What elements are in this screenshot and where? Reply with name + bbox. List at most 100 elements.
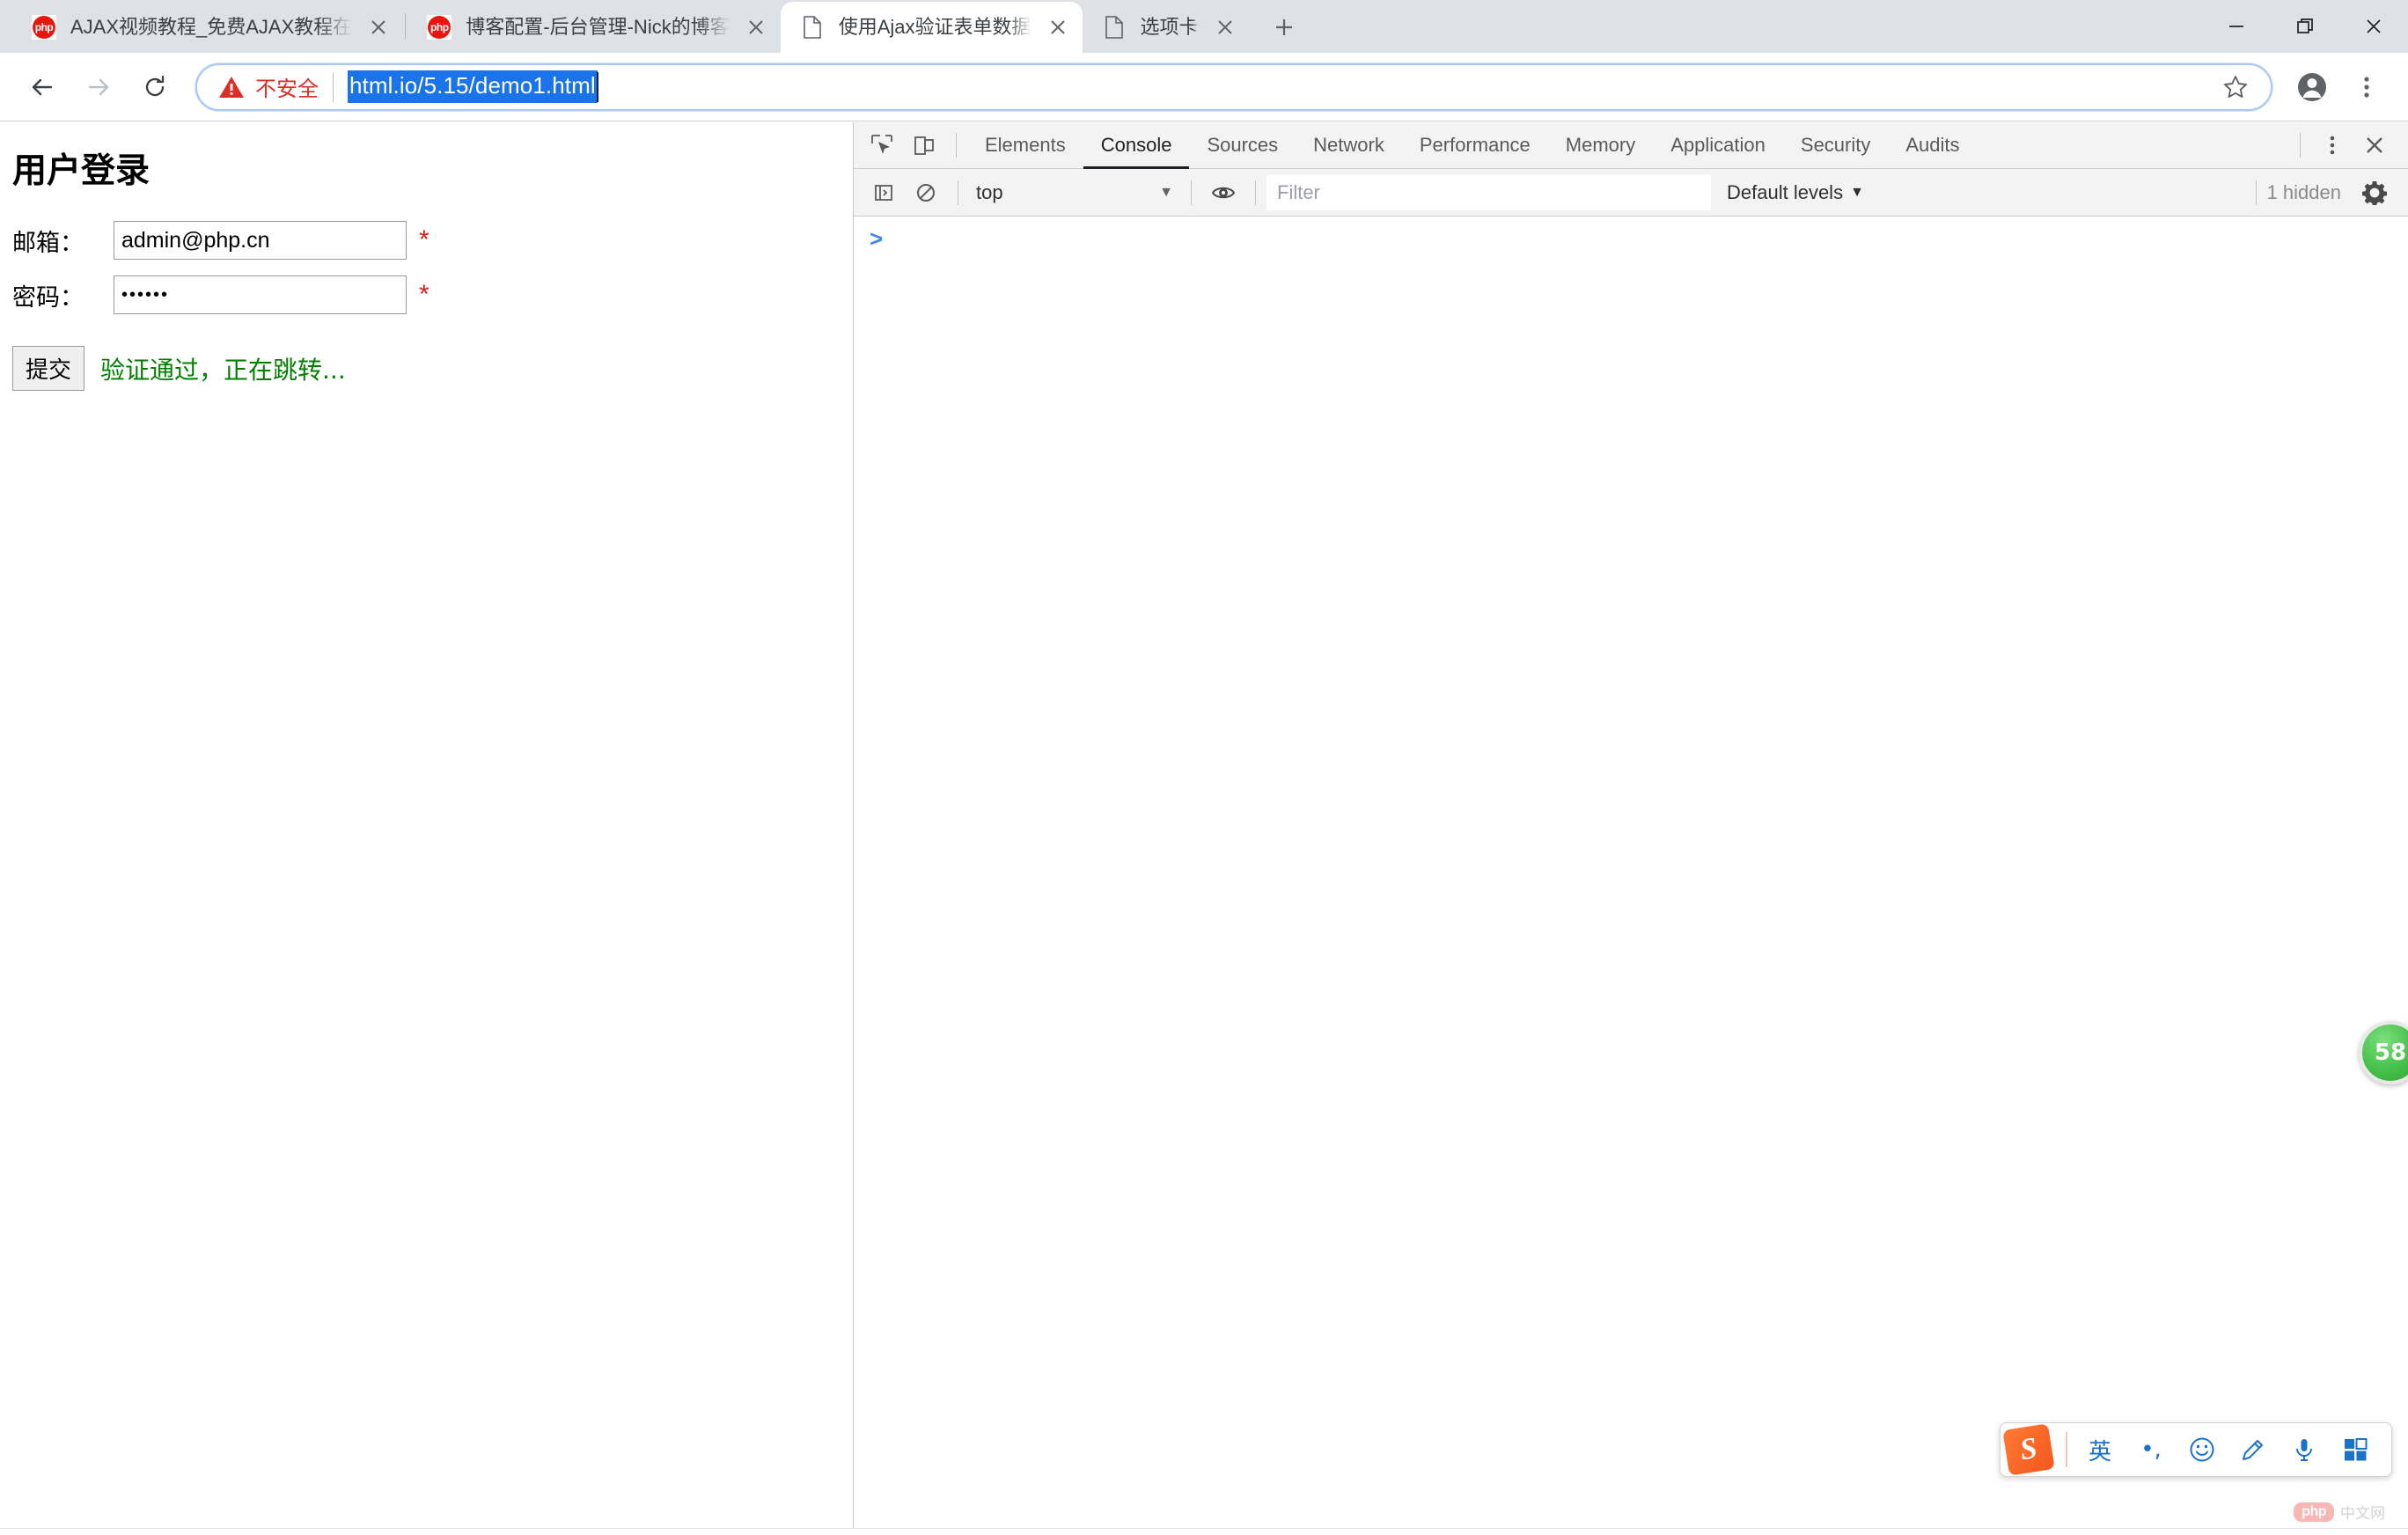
tab-performance[interactable]: Performance (1402, 122, 1548, 169)
php-icon: php (427, 15, 452, 40)
gear-icon[interactable] (2353, 172, 2396, 214)
form-row-email: 邮箱： * (12, 221, 853, 260)
ime-divider (2066, 1432, 2067, 1467)
toolbar-divider (2300, 133, 2301, 158)
devtools-close-icon[interactable] (2353, 124, 2396, 166)
devtools-menu-icon[interactable] (2311, 124, 2353, 166)
ime-toolbox-icon[interactable] (2341, 1437, 2369, 1462)
profile-avatar-icon[interactable] (2285, 60, 2339, 114)
console-prompt-caret: > (870, 225, 884, 252)
reload-button[interactable] (127, 59, 183, 115)
window-bottom-edge (0, 1528, 2408, 1535)
required-marker: * (419, 280, 429, 309)
hidden-messages-count: 1 hidden (2266, 180, 2341, 203)
password-field[interactable] (114, 275, 407, 314)
ime-toolbar: S 英 •, (2000, 1422, 2392, 1477)
tab-audits[interactable]: Audits (1888, 122, 1977, 169)
ime-language-mode[interactable]: 英 (2086, 1434, 2114, 1466)
toolbar-divider (2255, 180, 2257, 205)
tab-application[interactable]: Application (1653, 122, 1783, 169)
devtools-tabbar-right (2289, 124, 2408, 166)
php-icon: php (32, 15, 56, 40)
toolbar-divider (1191, 180, 1192, 205)
window-controls (2202, 0, 2408, 53)
ime-voice-input-icon[interactable] (2290, 1436, 2318, 1463)
forward-button[interactable] (70, 59, 127, 115)
document-icon (800, 15, 825, 40)
sogou-logo-icon[interactable]: S (2002, 1423, 2055, 1476)
execution-context-value: top (976, 180, 1003, 203)
email-label: 邮箱： (12, 229, 84, 257)
web-page-viewport: 用户登录 邮箱： * 密码： * 提交 验证通过，正在跳转... (0, 122, 854, 1535)
execution-context-select[interactable]: top ▼ (969, 175, 1180, 210)
required-marker: * (419, 225, 429, 254)
tab-memory[interactable]: Memory (1548, 122, 1653, 169)
tab-sources[interactable]: Sources (1189, 122, 1296, 169)
close-icon[interactable] (737, 8, 775, 47)
browser-tab-2[interactable]: php 博客配置-后台管理-Nick的博客 (407, 2, 780, 53)
security-status-label: 不安全 (255, 77, 319, 101)
console-filter-right: 1 hidden (2245, 172, 2408, 214)
page-title: 用户登录 (12, 151, 150, 191)
close-icon[interactable] (1039, 8, 1077, 47)
form-row-password: 密码： * (12, 275, 853, 314)
close-icon[interactable] (2339, 0, 2408, 53)
omnibox-divider (333, 71, 334, 102)
console-sidebar-icon[interactable] (863, 172, 905, 214)
bookmark-star-icon[interactable] (2214, 66, 2257, 108)
tab-title: 使用Ajax验证表单数据 (838, 16, 1031, 38)
submit-button[interactable]: 提交 (12, 346, 85, 391)
chevron-down-icon: ▼ (1850, 184, 1864, 200)
console-filter-input[interactable] (1266, 174, 1711, 210)
clear-console-icon[interactable] (905, 172, 947, 214)
browser-tab-3-active[interactable]: 使用Ajax验证表单数据 (780, 2, 1083, 53)
status-message: 验证通过，正在跳转... (100, 355, 346, 385)
devtools-tabbar: Elements Console Sources Network Perform… (854, 122, 2408, 169)
browser-tab-1[interactable]: php AJAX视频教程_免费AJAX教程在 (12, 2, 403, 53)
inspect-element-icon[interactable] (861, 124, 903, 166)
password-label: 密码： (12, 283, 84, 312)
site-watermark: php 中文网 (2294, 1501, 2385, 1523)
warning-icon[interactable] (217, 72, 246, 102)
live-expression-eye-icon[interactable] (1202, 172, 1244, 214)
address-bar[interactable]: 不安全 html.io/5.15/demo1.html (195, 62, 2272, 111)
content-area: 用户登录 邮箱： * 密码： * 提交 验证通过，正在跳转... (0, 122, 2408, 1535)
tab-console[interactable]: Console (1083, 122, 1190, 169)
url-text[interactable]: html.io/5.15/demo1.html (348, 70, 598, 103)
close-icon[interactable] (1206, 8, 1244, 47)
maximize-icon[interactable] (2271, 0, 2339, 53)
tab-title: 选项卡 (1140, 16, 1199, 38)
back-button[interactable] (14, 59, 70, 115)
document-icon (1102, 15, 1127, 40)
tab-strip: php AJAX视频教程_免费AJAX教程在 php 博客配置-后台管理-Nic… (0, 0, 2408, 53)
console-message-area[interactable]: > (854, 217, 2408, 1535)
browser-window: php AJAX视频教程_免费AJAX教程在 php 博客配置-后台管理-Nic… (0, 0, 2408, 1535)
ime-punctuation-mode[interactable]: •, (2137, 1436, 2165, 1463)
chevron-down-icon: ▼ (1159, 184, 1173, 200)
tab-security[interactable]: Security (1783, 122, 1888, 169)
minimize-icon[interactable] (2202, 0, 2271, 53)
console-prompt-row[interactable]: > (854, 217, 2408, 257)
tab-title: AJAX视频教程_免费AJAX教程在 (70, 16, 353, 38)
log-levels-select[interactable]: Default levels ▼ (1727, 181, 1864, 204)
toolbar-divider (1255, 180, 1256, 205)
php-logo-icon: php (2294, 1502, 2334, 1522)
ime-handwriting-icon[interactable] (2239, 1436, 2267, 1463)
close-icon[interactable] (359, 8, 398, 47)
text-cursor (596, 71, 598, 102)
new-tab-button[interactable] (1262, 5, 1306, 49)
browser-menu-icon[interactable] (2339, 60, 2394, 114)
tab-network[interactable]: Network (1296, 122, 1402, 169)
browser-tab-4[interactable]: 选项卡 (1083, 2, 1250, 53)
tab-title: 博客配置-后台管理-Nick的博客 (466, 16, 730, 38)
email-field[interactable] (114, 221, 407, 260)
form-actions: 提交 验证通过，正在跳转... (12, 346, 853, 391)
device-toolbar-icon[interactable] (903, 124, 945, 166)
tab-elements[interactable]: Elements (967, 122, 1083, 169)
devtools-panel: Elements Console Sources Network Perform… (854, 122, 2408, 1535)
watermark-text: 中文网 (2340, 1505, 2385, 1523)
tab-divider (405, 13, 407, 40)
log-levels-label: Default levels (1727, 180, 1844, 203)
ime-emoji-icon[interactable] (2188, 1436, 2216, 1463)
toolbar-divider (956, 133, 957, 158)
